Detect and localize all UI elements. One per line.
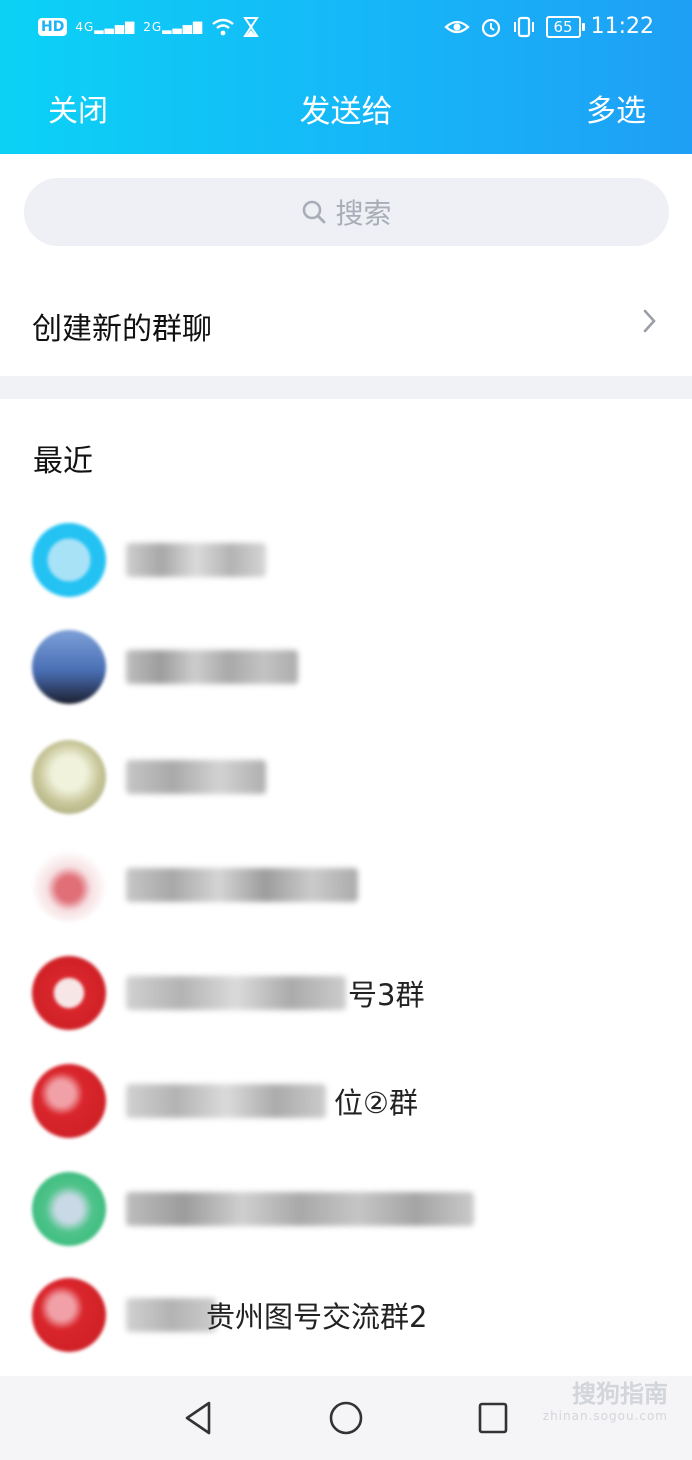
contact-name: [126, 543, 266, 577]
contact-name: [126, 1192, 474, 1226]
contact-avatar: [32, 956, 106, 1030]
contact-avatar: [32, 523, 106, 597]
search-placeholder: 搜索: [335, 197, 392, 230]
contact-name-suffix: 位②群: [334, 1086, 418, 1120]
contact-avatar: [32, 1064, 106, 1138]
watermark-text: 搜狗指南: [572, 1380, 668, 1408]
contact-avatar: [32, 630, 106, 704]
create-group-row[interactable]: 创建新的群聊: [0, 270, 692, 376]
contact-name: [126, 1298, 216, 1332]
contact-name: [126, 760, 266, 794]
recents-nav-icon[interactable]: [476, 1400, 510, 1436]
contact-name-suffix: 号3群: [348, 978, 425, 1012]
contact-avatar: [32, 848, 106, 922]
contact-row[interactable]: 贵州图号交流群2: [0, 1270, 692, 1370]
back-nav-icon[interactable]: [182, 1400, 214, 1436]
contact-row[interactable]: 号3群: [0, 948, 692, 1048]
recent-section-title: 最近: [33, 444, 93, 479]
contact-avatar: [32, 1172, 106, 1246]
page-title: 发送给: [299, 94, 393, 130]
contact-row[interactable]: [0, 1164, 692, 1264]
close-button[interactable]: 关闭: [48, 86, 108, 130]
contact-name: [126, 650, 298, 684]
contact-row[interactable]: [0, 840, 692, 940]
wifi-icon: [212, 18, 234, 36]
contact-name: [126, 868, 358, 902]
status-bar: HD 4G▂▃▅▇ 2G▂▃▅▇ 65 11:22: [0, 0, 692, 60]
home-nav-icon[interactable]: [328, 1400, 364, 1436]
battery-icon: 65: [545, 15, 585, 38]
contact-name: [126, 1084, 326, 1118]
header: HD 4G▂▃▅▇ 2G▂▃▅▇ 65 11:22 关闭 发送给 多选: [0, 0, 692, 154]
create-group-label: 创建新的群聊: [32, 312, 212, 347]
watermark-url: zhinan.sogou.com: [542, 1409, 668, 1423]
clock: 11:22: [590, 14, 654, 39]
contact-avatar: [32, 1278, 106, 1352]
nav-bar: 关闭 发送给 多选: [0, 74, 692, 138]
signal-4g-icon: 4G▂▃▅▇: [75, 20, 136, 34]
hourglass-icon: [243, 17, 259, 37]
search-input[interactable]: 搜索: [24, 178, 669, 246]
contact-avatar: [32, 740, 106, 814]
section-divider: [0, 376, 692, 399]
watermark: 搜狗指南 zhinan.sogou.com: [543, 1374, 668, 1423]
contact-row[interactable]: [0, 515, 692, 615]
contact-row[interactable]: [0, 622, 692, 722]
chevron-right-icon: [643, 309, 656, 333]
vibrate-icon: [513, 16, 534, 37]
search-icon: [303, 200, 326, 224]
contact-row[interactable]: 位②群: [0, 1056, 692, 1156]
contact-name-suffix: 贵州图号交流群2: [206, 1300, 428, 1334]
alarm-icon: [481, 18, 500, 37]
multi-select-button[interactable]: 多选: [586, 86, 646, 130]
contact-row[interactable]: [0, 732, 692, 832]
contact-name: [126, 976, 346, 1010]
hd-indicator: HD: [38, 18, 68, 36]
signal-2g-icon: 2G▂▃▅▇: [143, 20, 204, 34]
eye-icon: [443, 20, 470, 33]
